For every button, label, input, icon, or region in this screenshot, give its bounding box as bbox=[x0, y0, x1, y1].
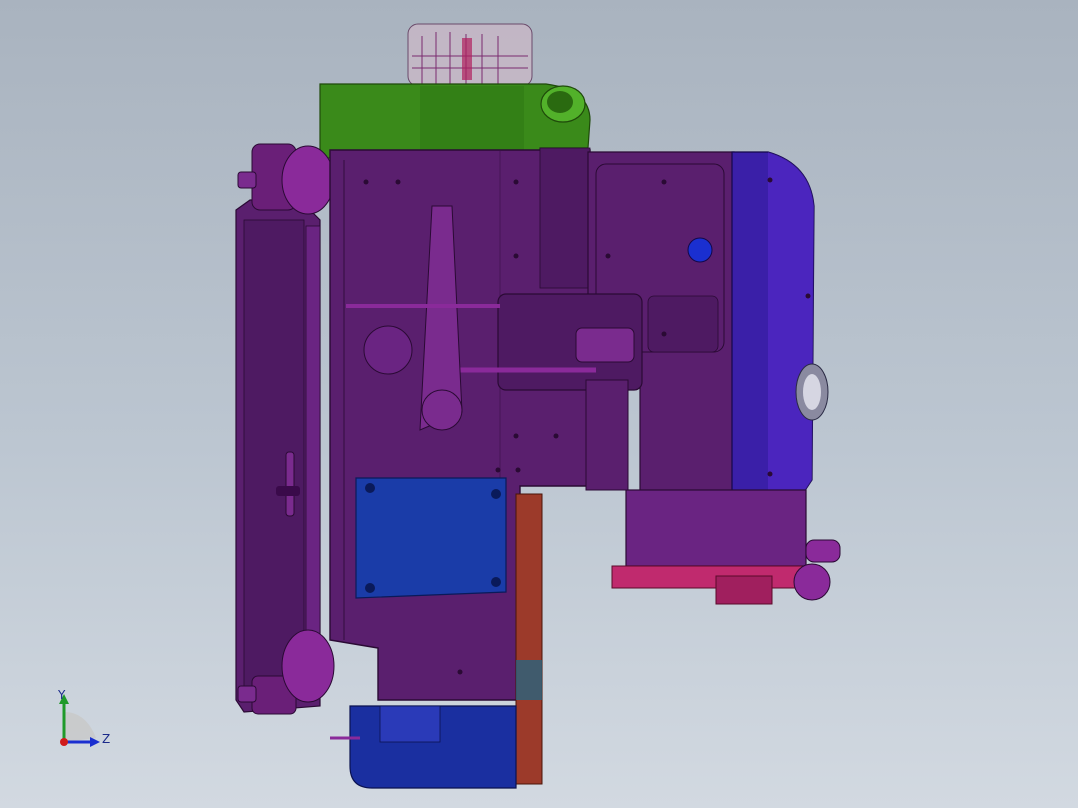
hinge-top bbox=[237, 143, 335, 215]
top-glass-cup bbox=[407, 23, 533, 87]
sewing-machine-head-model[interactable] bbox=[0, 0, 1078, 808]
main-body bbox=[329, 147, 591, 701]
base-blue-plate bbox=[355, 477, 507, 599]
top-green-block bbox=[319, 83, 591, 159]
triad-z-label: Z bbox=[102, 732, 111, 746]
presser-rail bbox=[611, 563, 831, 605]
triad-y-label: Y bbox=[58, 688, 66, 702]
feed-strip bbox=[515, 493, 543, 785]
lower-arm-block bbox=[625, 489, 841, 567]
cad-viewport[interactable]: Y Z bbox=[0, 0, 1078, 808]
bottom-hook-housing bbox=[330, 705, 517, 789]
